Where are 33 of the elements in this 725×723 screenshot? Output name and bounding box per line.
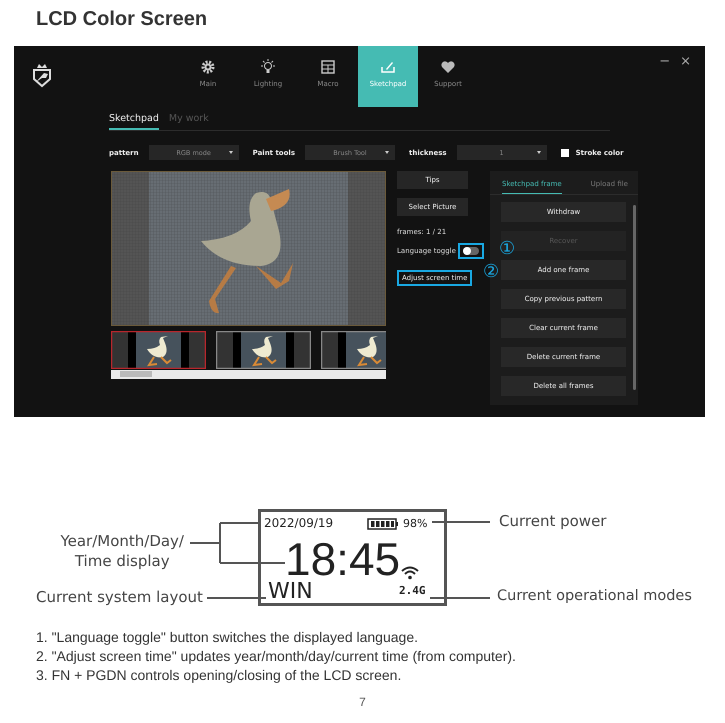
- crown-shield-logo-icon: [30, 62, 54, 88]
- note-text: 1. "Language toggle" button switches the displayed language.: [36, 629, 419, 645]
- lcd-mode: 2.4G: [399, 584, 426, 597]
- caret-icon: [536, 151, 541, 156]
- battery-icon: [367, 518, 399, 530]
- sub-tab[interactable]: Sketchpad: [109, 113, 159, 130]
- callout-label: Current system layout: [36, 588, 203, 606]
- minimize-button[interactable]: −: [659, 54, 670, 107]
- note-text: 3. FN + PGDN controls opening/closing of the LCD screen.: [36, 667, 402, 683]
- vertical-scrollbar[interactable]: [633, 205, 636, 390]
- caret-icon: [385, 151, 389, 156]
- page-heading: LCD Color Screen: [35, 7, 208, 32]
- lcd-time: 18:45: [285, 536, 400, 582]
- gear-icon: [200, 59, 216, 75]
- lightbulb-icon: [260, 59, 276, 75]
- table-icon: [320, 59, 336, 75]
- lcd-layout: WIN: [268, 579, 313, 604]
- heart-icon: [440, 59, 456, 75]
- callout-label: Year/Month/Day/ Time display: [60, 532, 184, 571]
- pen-tablet-icon: [380, 59, 396, 75]
- close-button[interactable]: ×: [680, 54, 691, 107]
- callout-label: Current operational modes: [497, 588, 692, 604]
- toggle-switch[interactable]: [462, 247, 479, 255]
- page-number: 7: [359, 695, 366, 709]
- checkbox[interactable]: [560, 148, 569, 156]
- callout-number: ②: [483, 263, 500, 281]
- caret-icon: [228, 151, 233, 156]
- battery-percent: 98%: [403, 517, 428, 530]
- callout-label: Current power: [499, 512, 606, 530]
- note-text: 2. "Adjust screen time" updates year/month/day/current time (from computer).: [36, 648, 517, 664]
- wifi-icon: [401, 566, 419, 580]
- lcd-date: 2022/09/19: [264, 516, 334, 530]
- horizontal-scrollbar[interactable]: [111, 370, 386, 379]
